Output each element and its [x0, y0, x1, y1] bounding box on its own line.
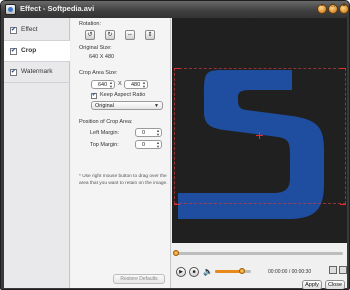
player-controls: ▶ ■ 🔈 00:00:00 / 00:00:30 Apply Close [172, 246, 347, 289]
rotation-label: Rotation: [79, 21, 102, 27]
sidebar-item-label: Crop [21, 47, 37, 54]
close-icon: × [342, 3, 346, 9]
spinner-icon[interactable]: ▲ ▼ [109, 81, 113, 89]
dialog-body: Effect Crop Watermark Rotation: ↺ ↻ ⇔ ⇕ … [4, 18, 347, 289]
flip-vertical-button[interactable]: ⇕ [145, 30, 155, 40]
crop-corner-mark [340, 204, 346, 205]
minimize-icon: – [320, 3, 324, 9]
stop-icon: ■ [192, 269, 196, 275]
crop-settings-panel: Rotation: ↺ ↻ ⇔ ⇕ Original Size: 640 X 4… [71, 18, 171, 288]
chevron-down-icon: ▼ [154, 103, 159, 109]
maximize-button[interactable]: □ [328, 3, 338, 14]
rotate-left-icon: ↺ [87, 32, 93, 38]
crop-checkbox[interactable] [10, 47, 17, 55]
left-margin-field[interactable]: 0 ▲ ▼ [135, 128, 162, 137]
crop-corner-mark [174, 68, 180, 69]
volume-icon[interactable]: 🔈 [203, 267, 213, 276]
spinner-icon[interactable]: ▲ ▼ [142, 81, 146, 89]
sidebar-item-label: Effect [21, 26, 38, 33]
app-icon [5, 4, 16, 15]
video-preview[interactable] [172, 18, 347, 243]
close-window-button[interactable]: × [339, 3, 349, 14]
left-margin-value: 0 [142, 130, 146, 136]
keep-aspect-checkbox[interactable] [91, 92, 97, 99]
crop-corner-mark [340, 68, 346, 69]
seek-bar[interactable] [175, 252, 343, 255]
rotate-right-icon: ↻ [107, 32, 113, 38]
crop-width-field[interactable]: 640 ▲ ▼ [91, 80, 115, 89]
play-icon: ▶ [179, 269, 183, 275]
minimize-button[interactable]: – [317, 3, 327, 14]
watermark-checkbox[interactable] [10, 68, 17, 76]
folder-icon[interactable] [339, 266, 347, 274]
top-margin-field[interactable]: 0 ▲ ▼ [135, 140, 162, 149]
top-margin-value: 0 [142, 142, 146, 148]
position-label: Position of Crop Area: [79, 119, 133, 125]
maximize-icon: □ [331, 3, 335, 9]
effects-sidebar: Effect Crop Watermark [4, 18, 70, 288]
flip-horizontal-icon: ⇔ [127, 32, 133, 38]
apply-button[interactable]: Apply [302, 280, 322, 289]
crop-center-crosshair [259, 132, 260, 139]
preview-area: ▶ ■ 🔈 00:00:00 / 00:00:30 Apply Close [172, 18, 347, 289]
volume-slider[interactable] [215, 268, 251, 274]
crop-height-field[interactable]: 480 ▲ ▼ [124, 80, 148, 89]
seek-thumb[interactable] [173, 250, 179, 256]
effect-window: Effect - Softpedia.avi – □ × Effect Crop… [0, 0, 350, 290]
sidebar-item-crop[interactable]: Crop [4, 41, 70, 62]
snapshot-icon[interactable] [329, 266, 337, 274]
rotate-right-button[interactable]: ↻ [105, 30, 115, 40]
aspect-ratio-select[interactable]: Original ▼ [91, 101, 163, 110]
sidebar-item-watermark[interactable]: Watermark [4, 62, 70, 83]
sidebar-item-effect[interactable]: Effect [4, 20, 70, 41]
spinner-icon[interactable]: ▲ ▼ [156, 141, 160, 149]
flip-horizontal-button[interactable]: ⇔ [125, 30, 135, 40]
sidebar-item-label: Watermark [21, 68, 53, 75]
keep-aspect-label: Keep Aspect Ratio [100, 92, 146, 98]
window-title: Effect - Softpedia.avi [20, 4, 95, 13]
crop-corner-mark [174, 204, 180, 205]
close-button[interactable]: Close [325, 280, 345, 289]
restore-defaults-button[interactable]: Restore Defaults [113, 274, 165, 284]
flip-vertical-icon: ⇕ [147, 32, 153, 38]
aspect-ratio-value: Original [95, 103, 114, 109]
crop-height-value: 480 [131, 82, 141, 88]
play-button[interactable]: ▶ [176, 267, 186, 277]
title-bar: Effect - Softpedia.avi – □ × [1, 1, 349, 18]
volume-thumb[interactable] [239, 268, 245, 274]
rotate-left-button[interactable]: ↺ [85, 30, 95, 40]
crop-width-value: 640 [98, 82, 108, 88]
spinner-icon[interactable]: ▲ ▼ [156, 129, 160, 137]
effect-checkbox[interactable] [10, 26, 17, 34]
volume-level [215, 270, 242, 273]
original-size-value: 640 X 480 [89, 54, 115, 60]
playback-time: 00:00:00 / 00:00:30 [268, 269, 312, 275]
size-x-label: X [118, 81, 122, 87]
original-size-label: Original Size: [79, 45, 112, 51]
left-margin-label: Left Margin: [90, 130, 120, 136]
crop-hint-text: * Use right mouse button to drag over th… [79, 174, 168, 186]
top-margin-label: Top Margin: [90, 142, 119, 148]
stop-button[interactable]: ■ [189, 267, 199, 277]
crop-area-size-label: Crop Area Size: [79, 70, 118, 76]
crop-rectangle[interactable] [174, 68, 346, 204]
